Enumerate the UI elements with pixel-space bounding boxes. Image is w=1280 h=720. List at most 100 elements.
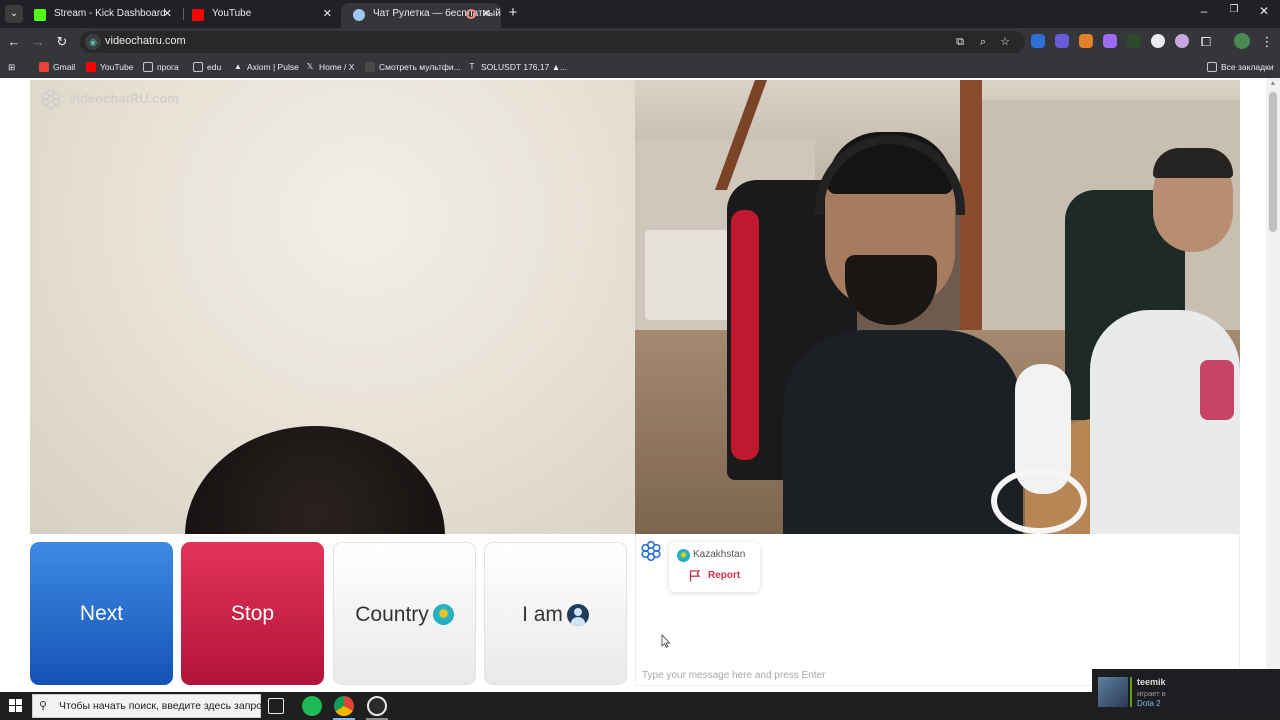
videochat-icon bbox=[353, 9, 365, 21]
partner-country-label: Kazakhstan bbox=[693, 549, 746, 560]
page-content: VideochatRU.com Next Stop Country I am K… bbox=[0, 78, 1280, 692]
back-button[interactable]: ← bbox=[5, 33, 23, 51]
task-view-icon[interactable] bbox=[268, 698, 284, 714]
bookmark-folder-edu[interactable]: edu bbox=[193, 60, 221, 74]
folder-icon bbox=[1207, 62, 1217, 72]
scrollbar-thumb[interactable] bbox=[1269, 92, 1277, 232]
folder-icon bbox=[193, 62, 203, 72]
more-menu-icon[interactable]: ⋮ bbox=[1258, 33, 1276, 51]
close-icon[interactable]: ✕ bbox=[323, 3, 332, 25]
site-icon bbox=[365, 62, 375, 72]
browser-toolbar: ← → ↻ ◉ videochatru.com ⧉ ⌕ ☆ ⧠ ⋮ bbox=[0, 28, 1280, 56]
chrome-icon[interactable] bbox=[334, 696, 354, 716]
partner-video bbox=[635, 80, 1240, 534]
kick-icon bbox=[34, 9, 46, 21]
new-tab-button[interactable]: + bbox=[505, 5, 521, 21]
tab-search-button[interactable]: ⌄ bbox=[5, 5, 23, 23]
bookmark-label: прога bbox=[157, 62, 179, 72]
bookmark-folder-proga[interactable]: прога bbox=[143, 60, 179, 74]
male-user-icon bbox=[566, 603, 589, 626]
bookmarks-bar: ⊞ Gmail YouTube прога edu ▲ Axiom | Pulse… bbox=[0, 56, 1280, 78]
bookmark-cartoons[interactable]: Смотреть мультфи... bbox=[365, 60, 461, 74]
site-logo-icon bbox=[41, 88, 61, 110]
bookmark-label: YouTube bbox=[100, 62, 134, 72]
tab-title: Stream - Kick Dashboard bbox=[54, 8, 166, 19]
install-app-icon[interactable]: ⧉ bbox=[952, 34, 968, 50]
tab-kick-dashboard[interactable]: Stream - Kick Dashboard ✕ bbox=[22, 3, 182, 28]
bookmark-label: Axiom | Pulse bbox=[247, 62, 299, 72]
extension-icon[interactable] bbox=[1055, 34, 1069, 48]
stop-button-label: Stop bbox=[230, 602, 275, 625]
kazakhstan-flag-icon bbox=[677, 549, 690, 562]
mouse-cursor-icon bbox=[661, 634, 671, 648]
iam-button-label: I am bbox=[522, 603, 563, 626]
tab-title: YouTube bbox=[212, 8, 252, 19]
x-icon: 𝕏 bbox=[306, 62, 314, 71]
forward-button[interactable]: → bbox=[29, 33, 47, 51]
site-logo-icon bbox=[641, 540, 661, 562]
flag-icon bbox=[689, 570, 701, 582]
extensions-puzzle-icon[interactable]: ⧠ bbox=[1197, 33, 1215, 51]
bookmark-star-icon[interactable]: ☆ bbox=[997, 34, 1013, 50]
bookmark-label: edu bbox=[207, 62, 222, 72]
partner-info-card: Kazakhstan Report bbox=[669, 542, 760, 592]
spotify-icon[interactable] bbox=[302, 696, 322, 716]
extension-icon[interactable] bbox=[1175, 34, 1189, 48]
bookmark-axiom[interactable]: ▲ Axiom | Pulse bbox=[233, 60, 299, 74]
windows-start-icon[interactable] bbox=[9, 699, 22, 712]
site-watermark: VideochatRU.com bbox=[40, 88, 179, 110]
country-button[interactable]: Country bbox=[333, 542, 476, 685]
report-button[interactable]: Report bbox=[689, 568, 740, 584]
iam-button[interactable]: I am bbox=[484, 542, 627, 685]
close-icon[interactable]: ✕ bbox=[482, 3, 491, 25]
stop-button[interactable]: Stop bbox=[181, 542, 324, 685]
kazakhstan-flag-icon bbox=[432, 604, 454, 625]
zoom-icon[interactable]: ⌕ bbox=[975, 34, 991, 50]
axiom-icon: ▲ bbox=[234, 62, 242, 71]
steam-notification[interactable]: teemik играет в Dota 2 bbox=[1092, 669, 1280, 714]
address-text: videochatru.com bbox=[105, 35, 186, 47]
tab-youtube[interactable]: YouTube ✕ bbox=[180, 3, 342, 28]
profile-avatar[interactable] bbox=[1234, 33, 1250, 49]
local-video-person bbox=[185, 426, 445, 534]
taskbar-search-placeholder: Чтобы начать поиск, введите здесь запрос bbox=[59, 700, 268, 712]
extension-icon[interactable] bbox=[1127, 34, 1141, 48]
recorder-icon[interactable] bbox=[367, 696, 387, 716]
taskbar-search[interactable]: ⚲ Чтобы начать поиск, введите здесь запр… bbox=[32, 694, 267, 718]
search-icon: ⚲ bbox=[39, 700, 48, 712]
extension-icon[interactable] bbox=[1103, 34, 1117, 48]
close-window-button[interactable]: ✕ bbox=[1254, 4, 1274, 18]
bookmark-label: Все закладки bbox=[1221, 62, 1274, 72]
extension-icon[interactable] bbox=[1079, 34, 1093, 48]
extension-icon[interactable] bbox=[1151, 34, 1165, 48]
restore-button[interactable]: ❐ bbox=[1224, 4, 1244, 15]
page-scrollbar[interactable]: ▲ bbox=[1266, 78, 1280, 692]
folder-icon bbox=[143, 62, 153, 72]
reload-button[interactable]: ↻ bbox=[53, 33, 71, 51]
online-status-bar bbox=[1130, 677, 1132, 707]
recording-icon bbox=[466, 9, 476, 19]
bookmark-solusdt[interactable]: T SOLUSDT 176,17 ▲... bbox=[467, 60, 568, 74]
bookmark-x[interactable]: 𝕏 Home / X bbox=[305, 60, 355, 74]
all-bookmarks[interactable]: Все закладки bbox=[1207, 60, 1274, 74]
bookmark-youtube[interactable]: YouTube bbox=[86, 60, 133, 74]
tab-videochat[interactable]: Чат Рулетка — бесплатный ✕ bbox=[341, 3, 501, 28]
next-button[interactable]: Next bbox=[30, 542, 173, 685]
site-info-icon[interactable]: ◉ bbox=[85, 34, 101, 50]
bookmark-label: Смотреть мультфи... bbox=[379, 62, 461, 72]
bookmark-gmail[interactable]: Gmail bbox=[39, 60, 75, 74]
minimize-button[interactable]: – bbox=[1194, 4, 1214, 18]
tradingview-icon: T bbox=[469, 62, 475, 71]
extension-icon[interactable] bbox=[1031, 34, 1045, 48]
apps-grid-icon[interactable]: ⊞ bbox=[8, 60, 15, 74]
scroll-up-arrow[interactable]: ▲ bbox=[1266, 78, 1280, 90]
watermark-text: VideochatRU.com bbox=[68, 91, 180, 106]
friend-name: teemik bbox=[1137, 677, 1166, 687]
address-bar[interactable]: ◉ videochatru.com ⧉ ⌕ ☆ bbox=[80, 31, 1025, 53]
friend-game: Dota 2 bbox=[1137, 699, 1161, 708]
close-icon[interactable]: ✕ bbox=[163, 3, 172, 25]
country-button-label: Country bbox=[355, 603, 429, 626]
youtube-icon bbox=[86, 62, 96, 72]
bookmark-label: Home / X bbox=[319, 62, 355, 72]
friend-avatar bbox=[1098, 677, 1128, 707]
